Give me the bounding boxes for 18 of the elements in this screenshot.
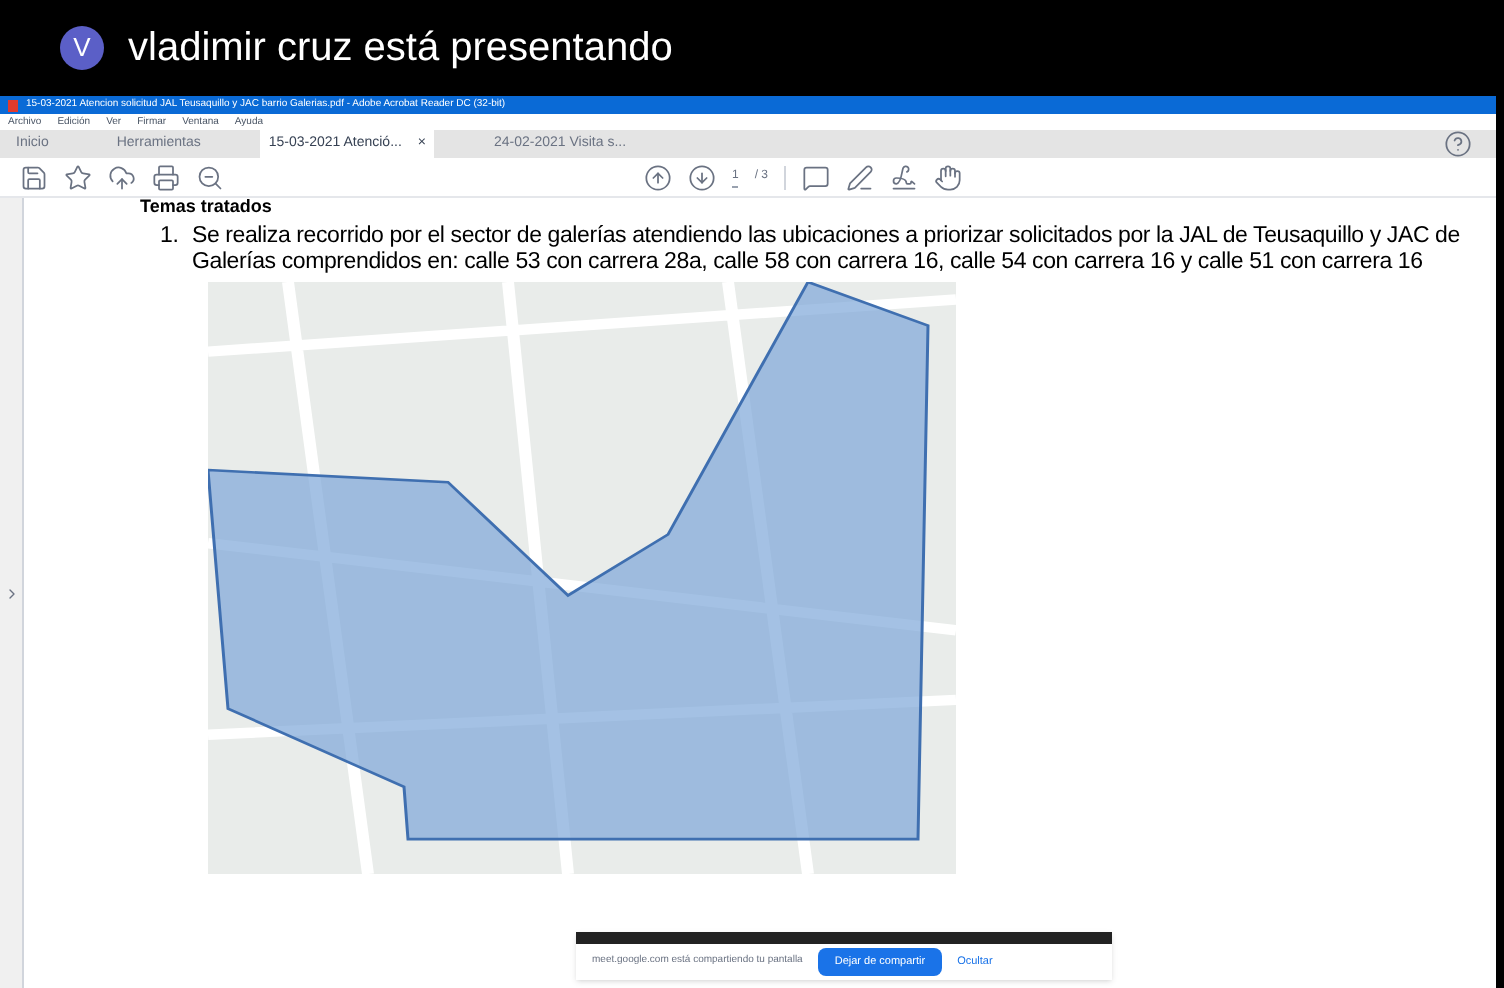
sign-icon[interactable]: [890, 163, 919, 191]
previous-page-icon[interactable]: [644, 163, 672, 191]
pen-icon[interactable]: [846, 163, 875, 191]
zoom-out-icon[interactable]: [196, 163, 224, 191]
comment-icon[interactable]: [802, 163, 831, 191]
upload-cloud-icon[interactable]: [108, 163, 136, 191]
section-heading: Temas tratados: [140, 198, 272, 216]
star-icon[interactable]: [64, 163, 92, 191]
list-text: Se realiza recorrido por el sector de galerías atendiendo las ubicaciones a priorizar solicitados por la JAL de Teusaquillo y JAC de Galerías comprendidos en: calle 53 con carrera 28a, calle 58 con carrera 16, calle 54 con carrera 16 y calle 51 con carrera 16: [192, 224, 1462, 276]
print-icon[interactable]: [152, 163, 180, 191]
help-icon[interactable]: [1444, 130, 1472, 158]
avatar: V: [60, 26, 104, 70]
next-page-icon[interactable]: [688, 163, 716, 191]
hand-icon[interactable]: [934, 163, 963, 191]
save-icon[interactable]: [20, 163, 48, 191]
pdf-icon: [8, 99, 18, 111]
list-number: 1.: [158, 224, 181, 252]
presenter-title: vladimir cruz está presentando: [128, 24, 673, 74]
